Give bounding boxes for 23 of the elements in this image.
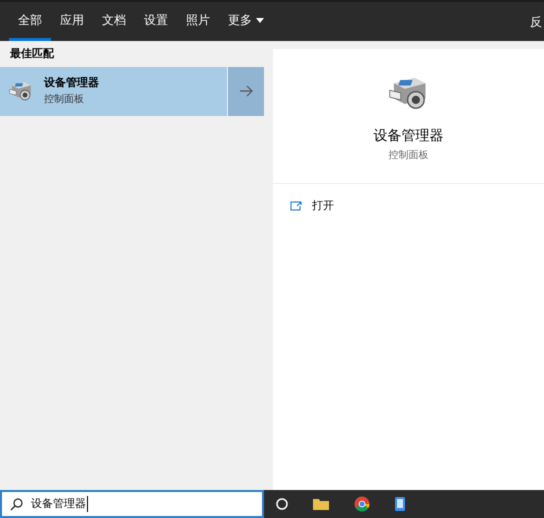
phone-icon[interactable] [394,496,406,512]
preview-title: 设备管理器 [374,126,444,145]
filter-tab[interactable]: 文档 [93,2,135,41]
arrow-right-icon [239,85,253,97]
filter-tab[interactable]: 设置 [135,2,177,41]
open-action[interactable]: 打开 [273,196,334,216]
filter-tab[interactable]: 全部 [9,2,51,41]
search-query: 设备管理器 [31,496,88,512]
section-heading: 最佳匹配 [9,47,54,62]
feedback-button[interactable]: 反 [522,2,544,41]
result-item[interactable]: 设备管理器 控制面板 [0,66,227,116]
filter-tab[interactable]: 更多 [219,2,273,41]
chrome-icon[interactable] [354,496,370,512]
circle-icon[interactable] [276,498,288,510]
filter-tab[interactable]: 照片 [177,2,219,41]
folder-icon[interactable] [312,497,330,511]
result-subtitle: 控制面板 [44,92,85,107]
preview-subtitle: 控制面板 [388,148,428,163]
search-icon [10,498,23,510]
search-field[interactable]: 设备管理器 [0,490,264,518]
filter-tab[interactable]: 应用 [51,2,93,41]
open-icon [290,201,302,212]
result-title: 设备管理器 [44,76,99,92]
